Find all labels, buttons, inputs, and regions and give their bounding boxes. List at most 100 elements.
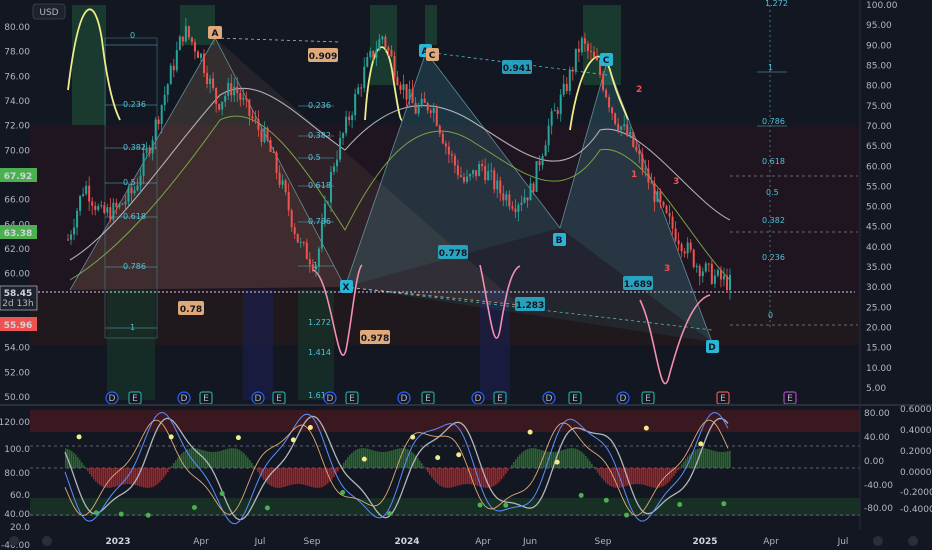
svg-text:0: 0: [130, 31, 135, 40]
price-chart[interactable]: A A C C B X D 0.909 0.941 0.778 1.689 1.…: [0, 0, 932, 550]
candle-body: [677, 240, 680, 245]
osc-histogram-bar: [419, 460, 421, 468]
candle-body: [710, 263, 713, 284]
osc-histogram-bar: [429, 468, 431, 476]
osc-histogram-bar: [369, 449, 371, 468]
osc-histogram-bar: [587, 458, 589, 468]
right-axis-tick: 5.00: [866, 384, 886, 394]
osc-histogram-bar: [667, 468, 669, 483]
candle-body: [719, 270, 722, 280]
event-badge-label: D: [109, 394, 116, 404]
osc-histogram-bar: [711, 450, 713, 468]
candle-body: [426, 102, 429, 111]
osc-histogram-bar: [681, 464, 683, 468]
a-axis-toggle-icon[interactable]: [873, 536, 883, 546]
osc-histogram-bar: [661, 468, 663, 487]
osc-histogram-bar: [723, 451, 725, 468]
osc-histogram-bar: [95, 468, 97, 482]
osc-histogram-bar: [163, 468, 165, 478]
point-a-tan: A: [212, 29, 219, 39]
osc-histogram-bar: [351, 452, 353, 468]
osc-histogram-bar: [185, 450, 187, 468]
osc-histogram-bar: [461, 468, 463, 485]
svg-text:2d 13h: 2d 13h: [2, 299, 33, 309]
candle-body: [571, 69, 574, 72]
candle-body: [67, 239, 69, 241]
candle-body: [354, 93, 357, 116]
candle-body: [432, 108, 435, 114]
osc-left-axis-tick: 80.00: [4, 469, 30, 479]
candle-body: [713, 275, 716, 284]
osc-histogram-bar: [575, 448, 577, 468]
osc-signal-dot: [219, 491, 225, 497]
candle-body: [420, 98, 423, 107]
svg-text:1.272: 1.272: [308, 318, 331, 327]
point-c-tan: C: [429, 51, 436, 61]
osc-histogram-bar: [89, 468, 91, 475]
osc-histogram-bar: [439, 468, 441, 486]
osc-signal-dot: [235, 435, 241, 441]
candle-body: [85, 185, 88, 195]
osc-histogram-bar: [217, 451, 219, 468]
candle-body: [157, 119, 160, 124]
candle-body: [82, 194, 85, 196]
osc-histogram-bar: [521, 452, 523, 468]
osc-histogram-bar: [271, 468, 273, 487]
candle-body: [565, 83, 568, 92]
osc-histogram-bar: [725, 451, 727, 468]
svg-text:0.786: 0.786: [762, 117, 785, 126]
y-axis-toggle-icon[interactable]: [9, 536, 19, 546]
candle-body: [203, 53, 206, 73]
candle-body: [481, 163, 484, 167]
osc-histogram-bar: [635, 468, 637, 485]
osc-histogram-bar: [713, 450, 715, 468]
candle-body: [423, 98, 426, 103]
osc-histogram-bar: [227, 448, 229, 468]
osc-signal-dot: [93, 510, 99, 516]
b-axis-toggle-icon[interactable]: [908, 536, 918, 546]
candle-body: [438, 125, 441, 134]
candle-body: [130, 187, 133, 194]
osc-histogram-bar: [215, 451, 217, 468]
event-badge-label: E: [425, 394, 431, 404]
osc-histogram-bar: [601, 468, 603, 479]
candle-body: [275, 152, 278, 173]
z-axis-toggle-icon[interactable]: [42, 536, 52, 546]
candle-body: [462, 176, 465, 182]
candle-body: [381, 36, 384, 40]
osc-histogram-bar: [287, 468, 289, 486]
osc-histogram-bar: [97, 468, 99, 484]
osc-histogram-bar: [599, 468, 601, 476]
right-axis-tick: 45.00: [866, 223, 892, 233]
left-axis-tick: 70.00: [4, 146, 30, 156]
osc-histogram-bar: [465, 468, 467, 485]
osc-histogram-bar: [385, 451, 387, 468]
osc-histogram-bar: [497, 468, 499, 484]
osc-histogram-bar: [449, 468, 451, 488]
svg-text:0.382: 0.382: [308, 131, 331, 140]
osc-right-axis-tick-b: 0.0000: [900, 468, 932, 478]
candle-body: [299, 242, 302, 244]
candle-body: [514, 208, 517, 212]
candle-body: [526, 197, 529, 201]
osc-histogram-bar: [435, 468, 437, 483]
osc-histogram-bar: [371, 449, 373, 468]
candle-body: [475, 170, 478, 177]
osc-right-axis-tick-a: 80.00: [864, 409, 890, 419]
candle-body: [632, 132, 635, 147]
osc-histogram-bar: [633, 468, 635, 485]
candle-body: [487, 171, 490, 181]
osc-histogram-bar: [729, 450, 731, 468]
candle-body: [345, 116, 348, 134]
candle-body: [121, 203, 124, 205]
osc-histogram-bar: [225, 449, 227, 468]
osc-histogram-bar: [457, 468, 459, 486]
osc-histogram-bar: [451, 468, 453, 488]
candle-body: [366, 56, 369, 67]
osc-histogram-bar: [525, 449, 527, 468]
osc-histogram-bar: [315, 468, 317, 488]
osc-histogram-bar: [357, 449, 359, 468]
osc-histogram-bar: [267, 468, 269, 484]
candle-body: [417, 106, 420, 114]
candle-body: [178, 36, 181, 51]
